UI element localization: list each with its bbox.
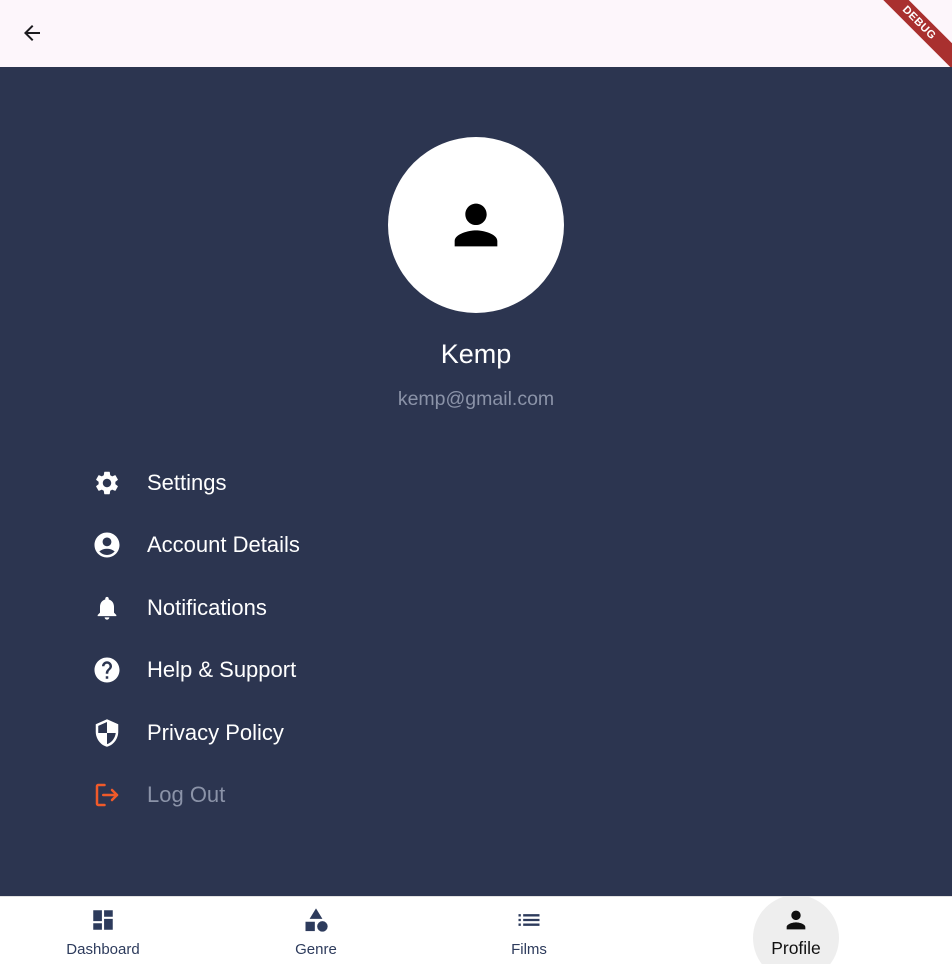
nav-label: Films xyxy=(511,941,547,958)
logout-icon xyxy=(80,775,134,815)
menu-item-account-details[interactable]: Account Details xyxy=(80,517,500,573)
avatar xyxy=(388,137,564,313)
shield-icon xyxy=(80,713,134,753)
menu-item-settings[interactable]: Settings xyxy=(80,455,500,511)
nav-label: Genre xyxy=(295,941,337,958)
app-bar: DEBUG xyxy=(0,0,952,67)
nav-item-genre[interactable]: Genre xyxy=(236,897,396,964)
debug-banner: DEBUG xyxy=(859,0,952,67)
person-icon xyxy=(454,203,498,247)
list-icon xyxy=(515,907,543,933)
bell-icon xyxy=(80,588,134,628)
user-email: kemp@gmail.com xyxy=(397,388,555,410)
help-circle-icon xyxy=(80,650,134,690)
nav-item-films[interactable]: Films xyxy=(449,897,609,964)
dashboard-icon xyxy=(90,907,116,933)
nav-label: Dashboard xyxy=(66,941,140,958)
menu-item-label: Log Out xyxy=(147,782,226,807)
arrow-back-icon xyxy=(24,25,40,41)
menu-item-label: Account Details xyxy=(147,532,300,557)
menu-item-notifications[interactable]: Notifications xyxy=(80,580,500,636)
gear-icon xyxy=(80,463,134,503)
user-name: Kemp xyxy=(440,339,512,369)
nav-item-dashboard[interactable]: Dashboard xyxy=(23,897,183,964)
menu-item-help-support[interactable]: Help & Support xyxy=(80,642,500,698)
nav-label: Profile xyxy=(771,938,821,958)
menu-item-label: Settings xyxy=(147,470,227,495)
menu-item-privacy-policy[interactable]: Privacy Policy xyxy=(80,705,500,761)
category-icon xyxy=(302,907,330,933)
nav-item-profile[interactable]: Profile xyxy=(716,897,876,964)
menu-item-label: Notifications xyxy=(147,595,267,620)
menu-item-label: Privacy Policy xyxy=(147,720,284,745)
profile-content: Kemp kemp@gmail.com Settings Account Det… xyxy=(0,67,952,896)
person-icon xyxy=(782,907,810,933)
account-circle-icon xyxy=(80,525,134,565)
bottom-navigation: Dashboard Genre Films Profile xyxy=(0,896,952,964)
menu-item-log-out[interactable]: Log Out xyxy=(80,767,500,823)
menu-item-label: Help & Support xyxy=(147,657,297,682)
back-button[interactable] xyxy=(12,13,52,53)
